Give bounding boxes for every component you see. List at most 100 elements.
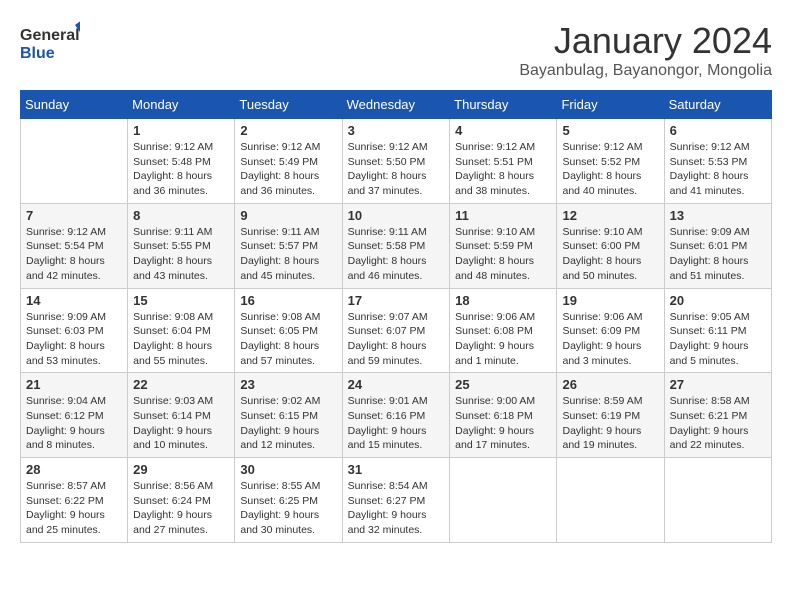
month-title: January 2024 — [519, 20, 772, 62]
day-info: Sunrise: 9:07 AMSunset: 6:07 PMDaylight:… — [348, 310, 445, 369]
day-number: 8 — [133, 208, 229, 223]
day-cell: 24Sunrise: 9:01 AMSunset: 6:16 PMDayligh… — [342, 373, 450, 458]
day-cell: 17 Sunrise: 9:07 AMSunset: 6:07 PMDayligh… — [342, 288, 450, 373]
day-cell: 7 Sunrise: 9:12 AMSunset: 5:54 PMDaylight… — [21, 203, 128, 288]
day-number: 22 — [133, 377, 229, 392]
day-number: 21 — [26, 377, 122, 392]
day-cell: 16 Sunrise: 9:08 AMSunset: 6:05 PMDayligh… — [235, 288, 342, 373]
header-day-tuesday: Tuesday — [235, 91, 342, 119]
calendar-table: SundayMondayTuesdayWednesdayThursdayFrid… — [20, 90, 772, 543]
day-info: Sunrise: 8:56 AMSunset: 6:24 PMDaylight:… — [133, 479, 229, 538]
day-info: Sunrise: 8:54 AMSunset: 6:27 PMDaylight:… — [348, 479, 445, 538]
day-cell: 3Sunrise: 9:12 AMSunset: 5:50 PMDaylight… — [342, 119, 450, 204]
day-number: 18 — [455, 293, 551, 308]
day-number: 1 — [133, 123, 229, 138]
day-info: Sunrise: 8:55 AMSunset: 6:25 PMDaylight:… — [240, 479, 336, 538]
day-cell: 9 Sunrise: 9:11 AMSunset: 5:57 PMDaylight… — [235, 203, 342, 288]
day-info: Sunrise: 9:04 AMSunset: 6:12 PMDaylight:… — [26, 394, 122, 453]
header: General Blue January 2024 Bayanbulag, Ba… — [20, 20, 772, 80]
day-info: Sunrise: 9:08 AMSunset: 6:04 PMDaylight:… — [133, 310, 229, 369]
day-number: 26 — [562, 377, 658, 392]
day-cell: 20 Sunrise: 9:05 AMSunset: 6:11 PMDayligh… — [664, 288, 771, 373]
day-number: 27 — [670, 377, 766, 392]
day-cell: 12 Sunrise: 9:10 AMSunset: 6:00 PMDayligh… — [557, 203, 664, 288]
day-info: Sunrise: 9:06 AMSunset: 6:09 PMDaylight:… — [562, 310, 658, 369]
day-number: 16 — [240, 293, 336, 308]
day-info: Sunrise: 9:05 AMSunset: 6:11 PMDaylight:… — [670, 310, 766, 369]
day-info: Sunrise: 9:12 AMSunset: 5:52 PMDaylight:… — [562, 140, 658, 199]
day-cell — [21, 119, 128, 204]
day-info: Sunrise: 9:12 AMSunset: 5:49 PMDaylight:… — [240, 140, 336, 199]
day-info: Sunrise: 9:12 AMSunset: 5:53 PMDaylight:… — [670, 140, 766, 199]
day-number: 12 — [562, 208, 658, 223]
location-subtitle: Bayanbulag, Bayanongor, Mongolia — [519, 62, 772, 80]
header-day-wednesday: Wednesday — [342, 91, 450, 119]
header-day-friday: Friday — [557, 91, 664, 119]
day-info: Sunrise: 9:12 AMSunset: 5:51 PMDaylight:… — [455, 140, 551, 199]
week-row-1: 1 Sunrise: 9:12 AMSunset: 5:48 PMDaylight… — [21, 119, 772, 204]
day-cell: 11 Sunrise: 9:10 AMSunset: 5:59 PMDayligh… — [450, 203, 557, 288]
day-number: 7 — [26, 208, 122, 223]
day-cell: 14 Sunrise: 9:09 AMSunset: 6:03 PMDayligh… — [21, 288, 128, 373]
day-number: 4 — [455, 123, 551, 138]
day-cell: 21 Sunrise: 9:04 AMSunset: 6:12 PMDayligh… — [21, 373, 128, 458]
day-number: 20 — [670, 293, 766, 308]
day-info: Sunrise: 9:01 AMSunset: 6:16 PMDaylight:… — [348, 394, 445, 453]
day-info: Sunrise: 9:08 AMSunset: 6:05 PMDaylight:… — [240, 310, 336, 369]
day-number: 6 — [670, 123, 766, 138]
logo: General Blue — [20, 20, 80, 65]
day-cell: 8 Sunrise: 9:11 AMSunset: 5:55 PMDaylight… — [128, 203, 235, 288]
day-info: Sunrise: 9:11 AMSunset: 5:55 PMDaylight:… — [133, 225, 229, 284]
week-row-5: 28Sunrise: 8:57 AMSunset: 6:22 PMDayligh… — [21, 458, 772, 543]
day-cell: 13Sunrise: 9:09 AMSunset: 6:01 PMDayligh… — [664, 203, 771, 288]
day-info: Sunrise: 8:57 AMSunset: 6:22 PMDaylight:… — [26, 479, 122, 538]
day-cell: 2Sunrise: 9:12 AMSunset: 5:49 PMDaylight… — [235, 119, 342, 204]
day-cell: 25Sunrise: 9:00 AMSunset: 6:18 PMDayligh… — [450, 373, 557, 458]
day-cell: 22 Sunrise: 9:03 AMSunset: 6:14 PMDayligh… — [128, 373, 235, 458]
week-row-2: 7 Sunrise: 9:12 AMSunset: 5:54 PMDaylight… — [21, 203, 772, 288]
day-info: Sunrise: 9:03 AMSunset: 6:14 PMDaylight:… — [133, 394, 229, 453]
day-number: 15 — [133, 293, 229, 308]
day-info: Sunrise: 9:09 AMSunset: 6:03 PMDaylight:… — [26, 310, 122, 369]
header-day-sunday: Sunday — [21, 91, 128, 119]
day-number: 5 — [562, 123, 658, 138]
header-day-monday: Monday — [128, 91, 235, 119]
day-cell: 30Sunrise: 8:55 AMSunset: 6:25 PMDayligh… — [235, 458, 342, 543]
day-cell — [557, 458, 664, 543]
svg-text:General: General — [20, 27, 80, 44]
day-info: Sunrise: 8:58 AMSunset: 6:21 PMDaylight:… — [670, 394, 766, 453]
day-number: 17 — [348, 293, 445, 308]
day-info: Sunrise: 9:00 AMSunset: 6:18 PMDaylight:… — [455, 394, 551, 453]
day-cell: 18 Sunrise: 9:06 AMSunset: 6:08 PMDayligh… — [450, 288, 557, 373]
day-info: Sunrise: 9:12 AMSunset: 5:48 PMDaylight:… — [133, 140, 229, 199]
day-number: 29 — [133, 462, 229, 477]
day-cell: 1 Sunrise: 9:12 AMSunset: 5:48 PMDaylight… — [128, 119, 235, 204]
header-row: SundayMondayTuesdayWednesdayThursdayFrid… — [21, 91, 772, 119]
day-number: 3 — [348, 123, 445, 138]
day-info: Sunrise: 9:09 AMSunset: 6:01 PMDaylight:… — [670, 225, 766, 284]
day-cell: 27 Sunrise: 8:58 AMSunset: 6:21 PMDayligh… — [664, 373, 771, 458]
day-info: Sunrise: 9:10 AMSunset: 5:59 PMDaylight:… — [455, 225, 551, 284]
day-number: 11 — [455, 208, 551, 223]
day-cell: 31 Sunrise: 8:54 AMSunset: 6:27 PMDayligh… — [342, 458, 450, 543]
day-cell: 26 Sunrise: 8:59 AMSunset: 6:19 PMDayligh… — [557, 373, 664, 458]
day-cell: 15 Sunrise: 9:08 AMSunset: 6:04 PMDayligh… — [128, 288, 235, 373]
day-number: 23 — [240, 377, 336, 392]
day-cell: 23 Sunrise: 9:02 AMSunset: 6:15 PMDayligh… — [235, 373, 342, 458]
day-info: Sunrise: 9:02 AMSunset: 6:15 PMDaylight:… — [240, 394, 336, 453]
svg-text:Blue: Blue — [20, 45, 55, 62]
day-number: 31 — [348, 462, 445, 477]
day-cell: 6 Sunrise: 9:12 AMSunset: 5:53 PMDaylight… — [664, 119, 771, 204]
day-cell: 4 Sunrise: 9:12 AMSunset: 5:51 PMDaylight… — [450, 119, 557, 204]
day-info: Sunrise: 9:11 AMSunset: 5:58 PMDaylight:… — [348, 225, 445, 284]
day-cell: 29 Sunrise: 8:56 AMSunset: 6:24 PMDayligh… — [128, 458, 235, 543]
day-info: Sunrise: 9:10 AMSunset: 6:00 PMDaylight:… — [562, 225, 658, 284]
day-info: Sunrise: 8:59 AMSunset: 6:19 PMDaylight:… — [562, 394, 658, 453]
day-number: 9 — [240, 208, 336, 223]
title-area: January 2024 Bayanbulag, Bayanongor, Mon… — [519, 20, 772, 80]
day-info: Sunrise: 9:12 AMSunset: 5:54 PMDaylight:… — [26, 225, 122, 284]
day-info: Sunrise: 9:11 AMSunset: 5:57 PMDaylight:… — [240, 225, 336, 284]
day-number: 10 — [348, 208, 445, 223]
day-info: Sunrise: 9:06 AMSunset: 6:08 PMDaylight:… — [455, 310, 551, 369]
day-number: 14 — [26, 293, 122, 308]
